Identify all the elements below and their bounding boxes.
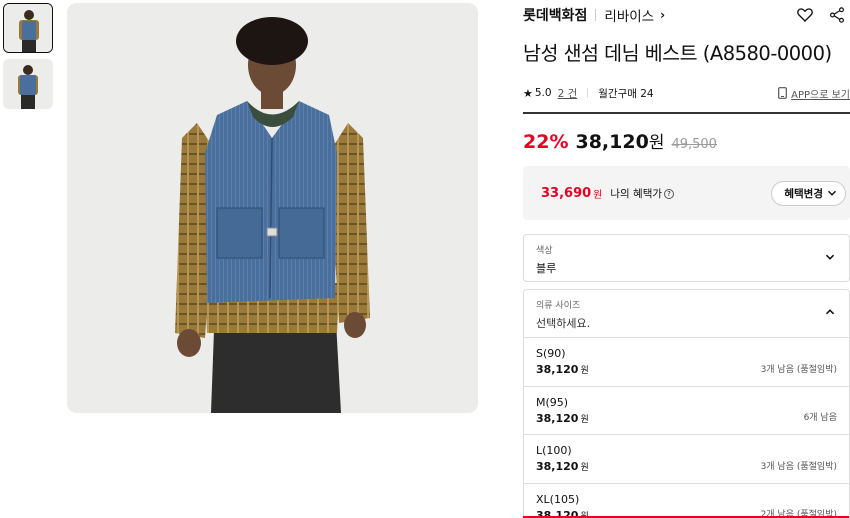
phone-icon (778, 87, 788, 99)
color-select-label: 색상 (536, 246, 553, 256)
brand-row: 롯데백화점 리바이스 › (523, 0, 850, 30)
size-select-header[interactable]: 의류 사이즈 선택하세요. (524, 290, 849, 338)
size-option[interactable]: S(90) 38,120 원 3개 남음 (품절임박) (524, 338, 849, 387)
discount-rate: 22% (523, 131, 569, 153)
chevron-down-icon (827, 190, 837, 196)
star-icon: ★ (523, 86, 533, 100)
thumbnail-back[interactable] (3, 59, 53, 109)
original-price: 49,500 (671, 137, 717, 152)
title-divider (523, 112, 850, 114)
price-row: 22% 38,120원 49,500 (523, 128, 850, 153)
size-option-price: 38,120 원 (536, 412, 837, 425)
chevron-up-icon (825, 309, 835, 315)
size-option-stock: 6개 남음 (803, 413, 837, 423)
size-option[interactable]: L(100) 38,120 원 3개 남음 (품절임박) (524, 435, 849, 484)
rating-value: 5.0 (534, 87, 552, 99)
meta-divider (587, 88, 589, 98)
size-select: 의류 사이즈 선택하세요. S(90) 38,120 원 3개 남음 (품절임박)… (523, 289, 850, 518)
heart-icon[interactable] (796, 6, 814, 24)
size-select-label: 의류 사이즈 (536, 301, 581, 311)
color-select-value: 블루 (536, 262, 557, 275)
main-product-image[interactable] (67, 3, 478, 413)
product-info-panel: 롯데백화점 리바이스 › 남성 샌섬 데님 베스트 (A8580-0000) ★… (523, 0, 850, 518)
thumbnail-front[interactable] (3, 3, 53, 53)
benefit-label: 나의 혜택가? (610, 186, 675, 201)
share-icon[interactable] (828, 6, 846, 24)
monthly-purchases: 월간구매 24 (598, 87, 654, 100)
size-option-label: L(100) (536, 444, 572, 457)
sale-price-unit: 원 (648, 133, 665, 153)
size-option-stock: 3개 남음 (품절임박) (760, 461, 837, 472)
size-option-price-value: 38,120 (536, 460, 579, 473)
size-option-price-unit: 원 (580, 463, 589, 473)
product-photo (67, 3, 478, 413)
thumbnail-back-image (3, 59, 53, 109)
size-option[interactable]: M(95) 38,120 원 6개 남음 (524, 387, 849, 435)
size-option[interactable]: XL(105) 38,120 원 2개 남음 (품절임박) (524, 484, 849, 518)
chevron-right-icon: › (660, 8, 666, 22)
change-benefit-label: 혜택변경 (784, 187, 823, 200)
product-title: 남성 샌섬 데님 베스트 (A8580-0000) (523, 42, 832, 65)
review-count-link[interactable]: 2 건 (558, 86, 578, 101)
size-option-price-unit: 원 (580, 414, 589, 425)
thumbnail-front-image (4, 4, 52, 52)
chevron-down-icon (825, 254, 835, 260)
color-select[interactable]: 색상 블루 (523, 234, 850, 282)
size-option-label: XL(105) (536, 492, 580, 506)
store-link[interactable]: 롯데백화점 (523, 5, 587, 25)
benefit-price: 33,690 (541, 185, 592, 201)
size-select-placeholder: 선택하세요. (536, 317, 591, 330)
size-option-label: M(95) (536, 395, 569, 409)
size-option-price-unit: 원 (580, 366, 589, 376)
change-benefit-button[interactable]: 혜택변경 (771, 180, 846, 206)
sale-price: 38,120원 (575, 128, 664, 153)
thumbnail-list (3, 3, 53, 115)
brand-divider (595, 9, 597, 21)
top-icons (796, 6, 846, 24)
app-view-link[interactable]: APP으로 보기 (778, 86, 850, 101)
help-icon[interactable]: ? (664, 188, 675, 199)
benefit-label-text: 나의 혜택가 (610, 187, 663, 200)
sale-price-value: 38,120 (575, 131, 649, 153)
size-option-label: S(90) (536, 347, 566, 360)
rating-row: ★ 5.0 2 건 월간구매 24 APP으로 보기 (523, 82, 850, 104)
size-option-price-value: 38,120 (536, 363, 579, 376)
benefit-box: 33,690 원 나의 혜택가? 혜택변경 (523, 166, 850, 220)
size-option-stock: 3개 남음 (품절임박) (760, 364, 837, 375)
brand-link[interactable]: 리바이스 (604, 5, 654, 25)
size-option-price-value: 38,120 (536, 411, 579, 425)
benefit-price-unit: 원 (593, 189, 603, 201)
app-view-label: APP으로 보기 (791, 89, 850, 101)
